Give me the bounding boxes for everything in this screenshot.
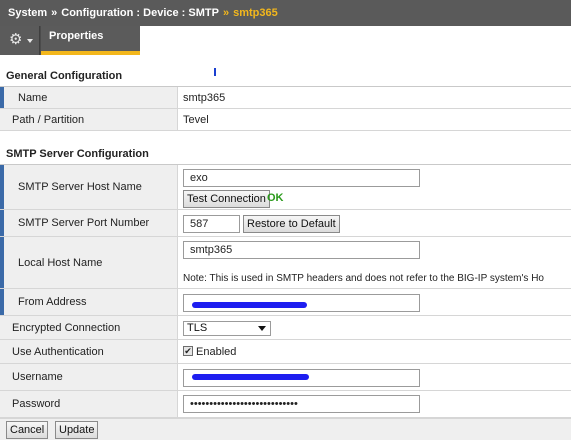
smtp-host-input[interactable] (183, 169, 420, 187)
encrypted-connection-selected: TLS (187, 322, 208, 334)
section-title-smtp: SMTP Server Configuration (6, 148, 149, 160)
cursor-marker (214, 68, 216, 76)
name-value-cell: smtp365 (178, 87, 571, 108)
use-authentication-enabled-label: Enabled (196, 346, 237, 358)
test-connection-button[interactable]: Test Connection (183, 190, 270, 208)
password-input[interactable] (183, 395, 420, 413)
redaction-mark (192, 374, 309, 380)
name-label: Name (0, 87, 178, 108)
row-partition: Path / Partition Tevel (0, 109, 571, 131)
from-address-label: From Address (0, 289, 178, 315)
encrypted-connection-select[interactable]: TLS (183, 321, 271, 336)
local-host-note: Note: This is used in SMTP headers and d… (183, 273, 544, 284)
use-authentication-value-cell: ✔ Enabled (178, 340, 571, 363)
local-host-value-cell: Note: This is used in SMTP headers and d… (178, 237, 571, 288)
use-authentication-checkbox[interactable]: ✔ (183, 346, 193, 356)
row-local-host: Local Host Name Note: This is used in SM… (0, 237, 571, 289)
breadcrumb: System» Configuration : Device : SMTP» smt… (0, 0, 571, 26)
tab-properties[interactable]: Properties (41, 26, 140, 55)
partition-label: Path / Partition (0, 109, 178, 130)
row-use-authentication: Use Authentication ✔ Enabled (0, 340, 571, 364)
partition-value: Tevel (183, 114, 209, 126)
smtp-port-label: SMTP Server Port Number (0, 210, 178, 236)
update-button[interactable]: Update (55, 421, 99, 439)
redaction-mark (192, 302, 307, 308)
breadcrumb-root[interactable]: System (8, 7, 47, 19)
breadcrumb-path[interactable]: Configuration : Device : SMTP (61, 7, 219, 19)
tab-strip: ⚙ Properties (0, 26, 571, 55)
breadcrumb-current: smtp365 (233, 7, 278, 19)
row-smtp-port: SMTP Server Port Number Restore to Defau… (0, 210, 571, 237)
local-host-label: Local Host Name (0, 237, 178, 288)
row-encrypted-connection: Encrypted Connection TLS (0, 316, 571, 340)
row-smtp-host: SMTP Server Host Name Test Connection OK (0, 165, 571, 210)
dropdown-arrow-icon (258, 326, 266, 331)
username-value-cell (178, 364, 571, 390)
partition-value-cell: Tevel (178, 109, 571, 130)
settings-menu-button[interactable]: ⚙ (0, 26, 40, 55)
password-value-cell (178, 391, 571, 417)
section-title-general: General Configuration (6, 70, 123, 82)
breadcrumb-separator-current: » (222, 7, 230, 19)
password-label: Password (0, 391, 178, 417)
gear-icon: ⚙ (9, 31, 23, 48)
name-value: smtp365 (183, 92, 226, 104)
from-address-value-cell (178, 289, 571, 315)
encrypted-connection-label: Encrypted Connection (0, 316, 178, 339)
cancel-button[interactable]: Cancel (6, 421, 49, 439)
restore-default-button[interactable]: Restore to Default (243, 215, 340, 233)
encrypted-connection-value-cell: TLS (178, 316, 571, 339)
smtp-port-value-cell: Restore to Default (178, 210, 571, 236)
test-status: OK (267, 192, 284, 204)
local-host-input[interactable] (183, 241, 420, 259)
use-authentication-label: Use Authentication (0, 340, 178, 363)
row-password: Password (0, 391, 571, 418)
smtp-host-value-cell: Test Connection OK (178, 165, 571, 209)
row-from-address: From Address (0, 289, 571, 316)
row-name: Name smtp365 (0, 87, 571, 109)
smtp-port-input[interactable] (183, 215, 240, 233)
smtp-host-label: SMTP Server Host Name (0, 165, 178, 209)
caret-down-icon (27, 39, 33, 43)
row-username: Username (0, 364, 571, 391)
username-label: Username (0, 364, 178, 390)
footer-bar: Cancel Update (0, 418, 571, 440)
breadcrumb-separator: » (51, 7, 58, 19)
